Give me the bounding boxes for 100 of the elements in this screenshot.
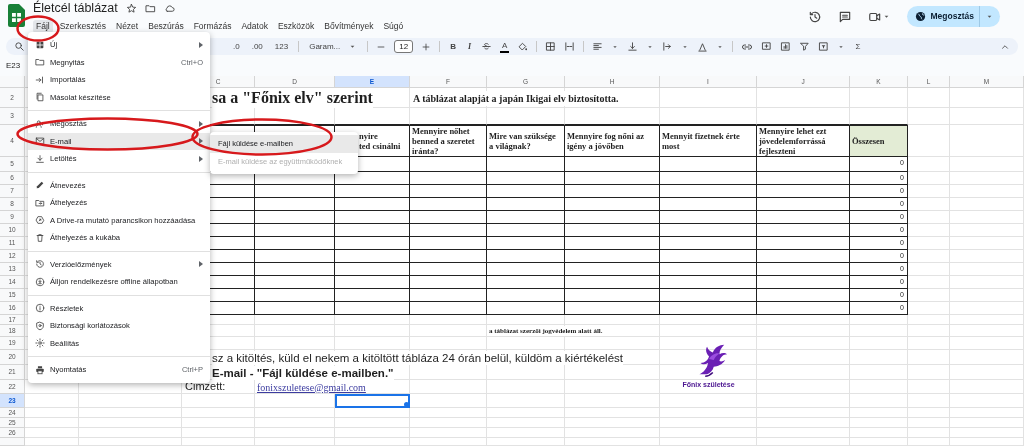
sheet-cell	[850, 350, 908, 365]
share-button[interactable]: Megosztás	[906, 6, 1000, 27]
sheet-cell	[850, 365, 908, 380]
offline-icon	[35, 276, 45, 287]
sheet-cell	[908, 263, 950, 276]
sheet-cell	[908, 350, 950, 365]
sheets-logo[interactable]	[8, 4, 25, 27]
sheet-cell	[850, 337, 908, 350]
number-format-button[interactable]: 123	[272, 40, 291, 53]
sheet-cell	[908, 250, 950, 263]
trash-icon	[35, 232, 45, 243]
menu-item[interactable]: Bővítmények	[321, 20, 377, 33]
sheet-cell	[908, 428, 950, 438]
copy-icon	[35, 92, 45, 103]
name-box[interactable]: E23	[0, 59, 21, 72]
document-title[interactable]: Életcél táblázat	[33, 0, 118, 16]
menu-item[interactable]: Adatok	[238, 20, 271, 33]
decimal-button[interactable]: .00	[249, 40, 265, 53]
menu-item[interactable]: Nézet	[113, 20, 142, 33]
person-add-icon	[35, 118, 45, 129]
folder-icon[interactable]	[144, 2, 156, 14]
sheet-cell	[908, 108, 950, 125]
sheet-cell	[908, 88, 950, 108]
menu-item[interactable]: Szerkesztés	[56, 20, 109, 33]
total-header-cell: Összesen	[850, 125, 908, 157]
filter-icon[interactable]	[799, 41, 811, 52]
functions-button[interactable]: Σ	[853, 40, 863, 53]
drive-shortcut-icon	[35, 215, 45, 226]
sheet-cell	[850, 380, 908, 394]
strikethrough-icon[interactable]	[481, 41, 493, 52]
sheet-cell	[908, 302, 950, 315]
sheet-cell	[908, 337, 950, 350]
sheet-cell	[908, 289, 950, 302]
merge-cells-icon[interactable]	[564, 41, 576, 52]
font-size-field[interactable]: 12	[394, 40, 414, 53]
comment-icon[interactable]	[837, 9, 852, 24]
plus-icon[interactable]	[421, 41, 432, 52]
decimal-button[interactable]: .0	[231, 40, 242, 53]
sheet-cell	[850, 325, 908, 337]
sheet-cell	[908, 394, 950, 408]
sheet-cell	[908, 185, 950, 198]
sheet-cell	[25, 394, 79, 408]
globe-icon	[914, 11, 926, 22]
email-link[interactable]: fonixszuletese@gmail.com	[257, 379, 366, 395]
text-rotate-icon[interactable]	[697, 41, 709, 52]
menu-item[interactable]: Súgó	[380, 20, 407, 33]
sheet-cell	[908, 237, 950, 250]
bold-button[interactable]: B	[448, 40, 458, 53]
cloud-icon[interactable]	[163, 2, 175, 14]
gear-icon	[35, 338, 45, 349]
align-left-icon[interactable]	[592, 41, 604, 52]
folder-icon	[35, 57, 45, 68]
sheet-cell	[850, 394, 908, 408]
import-icon	[35, 74, 45, 85]
header-cell: Mennyit fizetnek érte most	[660, 125, 757, 157]
borders-icon[interactable]	[545, 41, 557, 52]
add-comment-icon[interactable]	[761, 41, 773, 52]
filter-views-icon[interactable]	[818, 41, 830, 52]
menu-item[interactable]: Beszúrás	[145, 20, 187, 33]
sheet-cell	[850, 418, 908, 428]
sheet-title: sa a "Főnix elv" szerint	[212, 88, 373, 108]
sheet-cell	[908, 157, 950, 172]
header-cell: Mire van szüksége a világnak?	[487, 125, 565, 157]
font-dropdown[interactable]: Garam...	[307, 40, 360, 53]
selected-cell[interactable]	[335, 394, 410, 408]
pencil-icon	[35, 180, 45, 191]
sheet-cell	[908, 276, 950, 289]
history-icon	[35, 259, 45, 270]
sheet-cell	[908, 125, 950, 157]
sheet-cell	[25, 418, 79, 428]
sheet-cell	[908, 365, 950, 380]
star-icon[interactable]	[125, 2, 137, 14]
header-cell: Mennyire nőhet benned a szeretet iránta?	[410, 125, 487, 157]
sheet-cell	[908, 325, 950, 337]
sheet-subtitle: A táblázat alapját a japán Ikigai elv biztosította.	[413, 90, 619, 106]
text-wrap-icon[interactable]	[662, 41, 674, 52]
printer-icon	[35, 364, 45, 375]
search-icon[interactable]	[14, 41, 25, 52]
instruction-text: E-mail - "Fájl küldése e-mailben."	[212, 365, 394, 380]
sheet-cell	[908, 224, 950, 237]
sheet-cell	[908, 211, 950, 224]
chart-icon[interactable]	[780, 41, 792, 52]
sheet-cell	[908, 408, 950, 418]
text-color-button[interactable]: A	[500, 40, 510, 53]
download-icon	[35, 153, 45, 164]
menu-item[interactable]: Formázás	[190, 20, 235, 33]
sheet-cell	[908, 380, 950, 394]
sheet-cell	[908, 198, 950, 211]
italic-button[interactable]: I	[465, 40, 474, 53]
sheet-cell	[908, 315, 950, 325]
sheet-cell	[850, 315, 908, 325]
info-icon	[35, 303, 45, 314]
vertical-align-icon[interactable]	[627, 41, 639, 52]
paint-bucket-icon[interactable]	[517, 41, 529, 52]
sheet-cell	[908, 418, 950, 428]
shield-icon	[35, 320, 45, 331]
sheet-cell	[850, 408, 908, 418]
history-icon[interactable]	[807, 9, 822, 24]
menu-item[interactable]: Eszközök	[274, 20, 318, 33]
sheet-cell	[850, 88, 908, 108]
